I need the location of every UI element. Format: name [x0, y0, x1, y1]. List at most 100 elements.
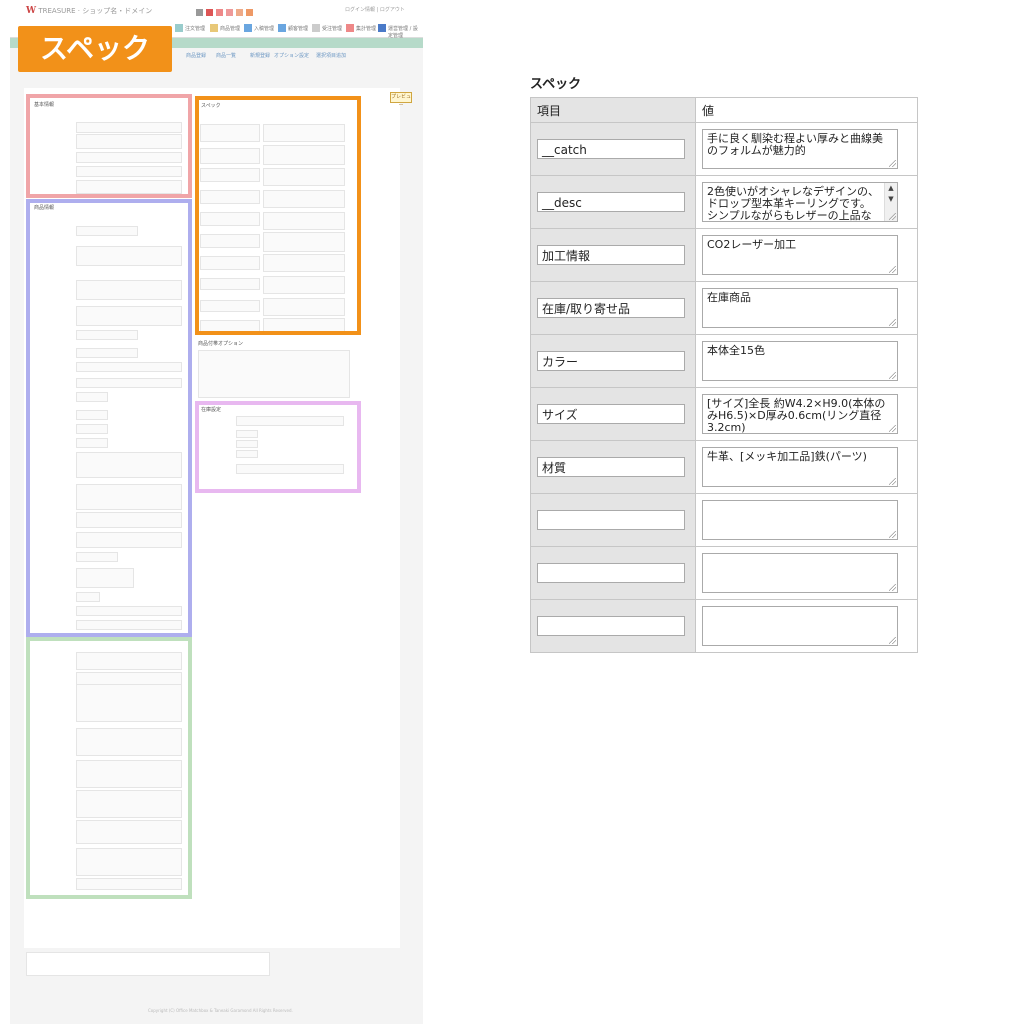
preview-button[interactable]: プレビュー: [390, 92, 412, 109]
spec-row: カラー 本体全15色: [530, 334, 918, 388]
subnav-item[interactable]: オプション設定: [274, 52, 309, 59]
subnav-item[interactable]: 商品登録: [186, 52, 206, 59]
nav-icon: [278, 24, 286, 32]
spec-key-input[interactable]: サイズ: [537, 404, 685, 424]
spec-row: [530, 599, 918, 653]
spec-key-cell: [530, 493, 696, 547]
resize-grip-icon[interactable]: [889, 213, 896, 220]
spec-key-cell: [530, 599, 696, 653]
spec-value-textarea[interactable]: [702, 606, 898, 646]
admin-top-bar: W TREASURE · ショップ名・ドメイン ログイン情報 | ログアウト: [10, 0, 423, 21]
scroll-down-icon[interactable]: ▼: [885, 194, 897, 204]
spec-key-input[interactable]: [537, 616, 685, 636]
nav-item[interactable]: 集計管理: [356, 25, 376, 32]
spec-value-textarea[interactable]: 本体全15色: [702, 341, 898, 381]
options-title: 商品付帯オプション: [198, 341, 244, 347]
spec-value-text: 在庫商品: [707, 291, 751, 304]
spec-key-input[interactable]: 材質: [537, 457, 685, 477]
nav-item[interactable]: 受注管理: [322, 25, 342, 32]
spec-row: 加工情報 CO2レーザー加工: [530, 228, 918, 282]
subnav-item[interactable]: 選択項目追加: [316, 52, 346, 59]
spec-value-textarea[interactable]: 在庫商品: [702, 288, 898, 328]
spec-row: __desc 2色使いがオシャレなデザインの、ドロップ型本革キーリングです。シンプ…: [530, 175, 918, 229]
resize-grip-icon[interactable]: [889, 425, 896, 432]
toolbar-icon[interactable]: [246, 9, 253, 16]
resize-grip-icon[interactable]: [889, 266, 896, 273]
toolbar-icon[interactable]: [216, 9, 223, 16]
spec-row: [530, 546, 918, 600]
spec-value-textarea[interactable]: CO2レーザー加工: [702, 235, 898, 275]
nav-icon: [175, 24, 183, 32]
toolbar-icon[interactable]: [196, 9, 203, 16]
column-header-key: 項目: [530, 97, 696, 123]
spec-value-cell: 手に良く馴染む程よい厚みと曲線美のフォルムが魅力的: [695, 122, 918, 176]
spec-header-row: 項目 値: [530, 97, 918, 123]
spec-value-textarea[interactable]: [702, 553, 898, 593]
stock-frame: [195, 401, 361, 493]
spec-key-input[interactable]: [537, 563, 685, 583]
spec-key-input[interactable]: __catch: [537, 139, 685, 159]
nav-icon: [378, 24, 386, 32]
spec-key-cell: __catch: [530, 122, 696, 176]
nav-icon: [210, 24, 218, 32]
footer-copyright: Copyright (C) Office Matchbox & Taneaki …: [148, 1008, 293, 1013]
spec-key-cell: サイズ: [530, 387, 696, 441]
spec-value-textarea[interactable]: 牛革、[メッキ加工品]鉄(パーツ): [702, 447, 898, 487]
toolbar-icon[interactable]: [206, 9, 213, 16]
spec-key-cell: カラー: [530, 334, 696, 388]
item-info-frame: [26, 199, 192, 637]
spec-key-cell: 在庫/取り寄せ品: [530, 281, 696, 335]
spec-value-text: CO2レーザー加工: [707, 238, 797, 251]
spec-key-cell: 加工情報: [530, 228, 696, 282]
top-links[interactable]: ログイン情報 | ログアウト: [345, 6, 405, 13]
spec-key-input[interactable]: 在庫/取り寄せ品: [537, 298, 685, 318]
resize-grip-icon[interactable]: [889, 584, 896, 591]
nav-item[interactable]: 商品管理: [220, 25, 240, 32]
spec-row: サイズ [サイズ]全長 約W4.2×H9.0(本体のみH6.5)×D厚み0.6cm…: [530, 387, 918, 441]
site-logo: W TREASURE · ショップ名・ドメイン: [26, 6, 153, 16]
nav-icon: [346, 24, 354, 32]
spec-badge: スペック: [18, 26, 172, 72]
spec-row: 在庫/取り寄せ品 在庫商品: [530, 281, 918, 335]
spec-value-textarea[interactable]: [702, 500, 898, 540]
spec-key-input[interactable]: [537, 510, 685, 530]
spec-value-textarea[interactable]: [サイズ]全長 約W4.2×H9.0(本体のみH6.5)×D厚み0.6cm(リン…: [702, 394, 898, 434]
spec-table: 項目 値 __catch 手に良く馴染む程よい厚みと曲線美のフォルムが魅力的 __d…: [530, 97, 918, 653]
toolbar-icon[interactable]: [226, 9, 233, 16]
resize-grip-icon[interactable]: [889, 637, 896, 644]
spec-value-textarea[interactable]: 手に良く馴染む程よい厚みと曲線美のフォルムが魅力的: [702, 129, 898, 169]
subnav-item[interactable]: 商品一覧: [216, 52, 236, 59]
nav-icon: [244, 24, 252, 32]
resize-grip-icon[interactable]: [889, 531, 896, 538]
spec-value-text: 2色使いがオシャレなデザインの、ドロップ型本革キーリングです。シンプルながらもレ…: [707, 185, 879, 222]
spec-value-text: 本体全15色: [707, 344, 765, 357]
subnav-item[interactable]: 新規登録: [250, 52, 270, 59]
nav-item[interactable]: 注文管理: [185, 25, 205, 32]
nav-item[interactable]: 入稿管理: [254, 25, 274, 32]
spec-value-cell: 牛革、[メッキ加工品]鉄(パーツ): [695, 440, 918, 494]
resize-grip-icon[interactable]: [889, 160, 896, 167]
resize-grip-icon[interactable]: [889, 319, 896, 326]
spec-key-input[interactable]: __desc: [537, 192, 685, 212]
scroll-up-icon[interactable]: ▲: [885, 183, 897, 193]
bottom-box: [26, 952, 270, 976]
resize-grip-icon[interactable]: [889, 478, 896, 485]
spec-key-input[interactable]: カラー: [537, 351, 685, 371]
spec-value-cell: CO2レーザー加工: [695, 228, 918, 282]
spec-value-cell: [695, 546, 918, 600]
spec-value-text: 牛革、[メッキ加工品]鉄(パーツ): [707, 450, 867, 463]
toolbar-icon[interactable]: [236, 9, 243, 16]
spec-value-text: 手に良く馴染む程よい厚みと曲線美のフォルムが魅力的: [707, 132, 883, 157]
spec-value-cell: 本体全15色: [695, 334, 918, 388]
nav-item[interactable]: 顧客管理: [288, 25, 308, 32]
spec-frame: [195, 96, 361, 335]
spec-key-cell: __desc: [530, 175, 696, 229]
spec-value-textarea[interactable]: 2色使いがオシャレなデザインの、ドロップ型本革キーリングです。シンプルながらもレ…: [702, 182, 898, 222]
spec-heading: スペック: [530, 77, 582, 92]
resize-grip-icon[interactable]: [889, 372, 896, 379]
spec-value-cell: [695, 599, 918, 653]
options-textarea: [198, 350, 350, 398]
column-header-value: 値: [695, 97, 918, 123]
spec-key-input[interactable]: 加工情報: [537, 245, 685, 265]
nav-item[interactable]: 運営管理 / 設定管理: [388, 25, 418, 39]
